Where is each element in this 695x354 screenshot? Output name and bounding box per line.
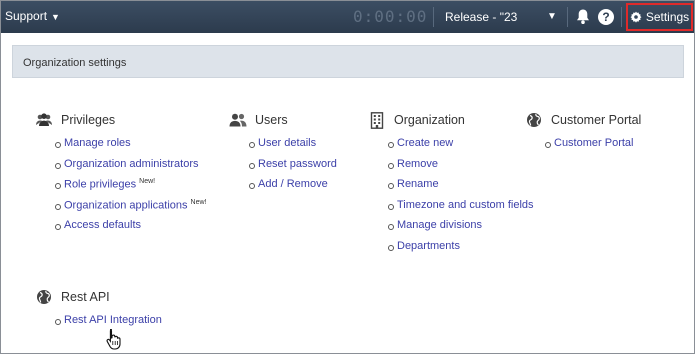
timezone-custom-fields-link[interactable]: Timezone and custom fields <box>397 199 534 211</box>
rename-link[interactable]: Rename <box>397 178 439 190</box>
list-item: Organization applications New! <box>55 199 206 220</box>
list-item: Role privileges New! <box>55 178 206 199</box>
list-item: Access defaults <box>55 219 206 240</box>
list-item: Customer Portal <box>545 137 641 158</box>
reset-password-link[interactable]: Reset password <box>258 158 337 170</box>
help-icon[interactable]: ? <box>598 9 614 25</box>
section-title: Organization <box>394 113 465 127</box>
release-selector[interactable]: Release - "23 <box>445 10 517 24</box>
list-item: Timezone and custom fields <box>388 199 534 220</box>
divider <box>433 7 434 27</box>
users-section: Users User details Reset password Add / … <box>229 111 337 199</box>
caret-down-icon: ▼ <box>51 12 60 22</box>
remove-link[interactable]: Remove <box>397 158 438 170</box>
list-item: Add / Remove <box>249 178 337 199</box>
divider <box>567 7 568 27</box>
role-privileges-link[interactable]: Role privileges <box>64 179 136 191</box>
customer-portal-section: Customer Portal Customer Portal <box>525 111 641 158</box>
user-details-link[interactable]: User details <box>258 137 316 149</box>
section-title: Rest API <box>61 290 110 304</box>
list-item: Remove <box>388 158 534 179</box>
add-remove-link[interactable]: Add / Remove <box>258 178 328 190</box>
organization-administrators-link[interactable]: Organization administrators <box>64 158 199 170</box>
globe-icon <box>35 289 53 305</box>
settings-button[interactable]: Settings <box>626 3 693 31</box>
list-item: Rename <box>388 178 534 199</box>
create-new-link[interactable]: Create new <box>397 137 453 149</box>
access-defaults-link[interactable]: Access defaults <box>64 219 141 231</box>
list-item: Manage divisions <box>388 219 534 240</box>
customer-portal-link[interactable]: Customer Portal <box>554 137 633 149</box>
support-menu[interactable]: Support ▼ <box>5 9 60 23</box>
globe-icon <box>525 112 543 128</box>
hand-cursor-icon <box>106 328 121 350</box>
list-item: Departments <box>388 240 534 261</box>
new-badge: New! <box>139 178 156 185</box>
list-item: Organization administrators <box>55 158 206 179</box>
list-item: Create new <box>388 137 534 158</box>
building-icon <box>368 111 386 129</box>
divider <box>621 7 622 27</box>
section-title: Customer Portal <box>551 113 642 127</box>
rest-api-integration-link[interactable]: Rest API Integration <box>64 314 162 326</box>
app-frame: Support ▼ 0:00:00 Release - "23 ▼ ? Setti… <box>0 0 695 354</box>
group-icon <box>35 112 53 128</box>
support-label: Support <box>5 9 48 23</box>
page-title: Organization settings <box>12 45 684 78</box>
settings-label: Settings <box>645 10 690 24</box>
list-item: User details <box>249 137 337 158</box>
list-item: Reset password <box>249 158 337 179</box>
users-icon <box>229 112 247 128</box>
rest-api-section: Rest API Rest API Integration <box>35 288 162 335</box>
organization-applications-link[interactable]: Organization applications <box>64 199 188 211</box>
new-badge: New! <box>190 198 207 206</box>
gear-icon <box>630 11 642 23</box>
section-title: Users <box>255 113 288 127</box>
list-item: Manage roles <box>55 137 206 158</box>
manage-roles-link[interactable]: Manage roles <box>64 137 131 149</box>
caret-down-icon[interactable]: ▼ <box>547 11 557 22</box>
section-title: Privileges <box>61 113 116 127</box>
departments-link[interactable]: Departments <box>397 240 460 252</box>
manage-divisions-link[interactable]: Manage divisions <box>397 219 482 231</box>
privileges-section: Privileges Manage roles Organization adm… <box>35 111 206 240</box>
top-bar: Support ▼ 0:00:00 Release - "23 ▼ ? Setti… <box>1 1 694 33</box>
organization-section: Organization Create new Remove Rename Ti… <box>368 111 534 260</box>
bell-icon[interactable] <box>575 8 591 25</box>
timer-display: 0:00:00 <box>353 7 428 26</box>
